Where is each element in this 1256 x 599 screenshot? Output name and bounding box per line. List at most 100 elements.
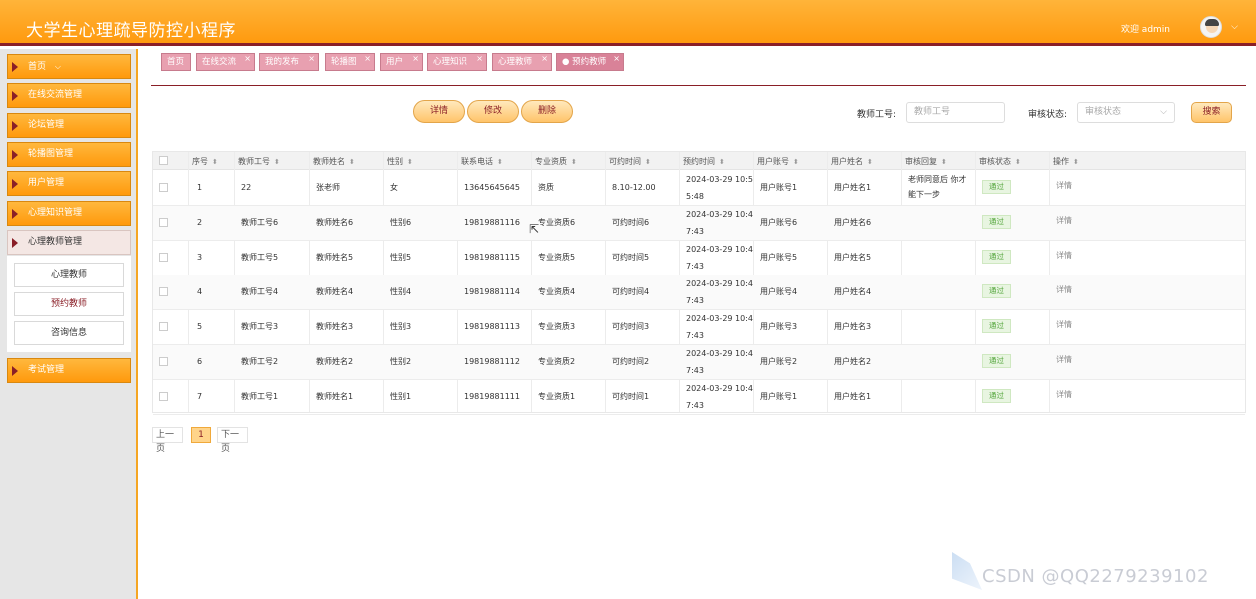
teacher-id-label: 教师工号:	[857, 110, 897, 120]
col-header-operation[interactable]: 操作 ⬍	[1053, 156, 1079, 167]
sidebar-item-home[interactable]: 首页 ⌵	[7, 54, 131, 79]
detail-button[interactable]: 详情	[413, 100, 465, 123]
select-all-checkbox[interactable]	[159, 156, 168, 165]
table-row[interactable]: 4 教师工号4 教师姓名4 性别4 19819881114 专业资质4 可约时间4 2024-…	[153, 275, 1245, 310]
table-row[interactable]: 1 22 张老师 女 13645645645 资质 8.10-12.00 2024-03-29…	[153, 171, 1245, 206]
close-icon[interactable]: ×	[412, 51, 419, 67]
col-header-teacher-id[interactable]: 教师工号 ⬍	[238, 156, 280, 167]
user-menu-chevron-icon[interactable]: ⌵	[1231, 22, 1238, 32]
row-checkbox[interactable]	[159, 392, 168, 401]
cell-gender: 性别6	[390, 218, 412, 227]
page-1-button[interactable]: 1	[191, 427, 211, 443]
row-checkbox[interactable]	[159, 322, 168, 331]
cell-account: 用户账号3	[760, 322, 798, 331]
tab-label: 轮播图	[331, 57, 357, 67]
row-detail-link[interactable]: 详情	[1056, 250, 1072, 261]
cell-phone: 19819881111	[464, 392, 520, 401]
cell-appoint-time: 2024-03-29 10:4	[686, 245, 753, 254]
prev-page-button[interactable]: 上一页	[152, 427, 183, 454]
row-detail-link[interactable]: 详情	[1056, 354, 1072, 365]
tab-user[interactable]: 用户 ×	[380, 53, 423, 71]
cell-no: 1	[197, 183, 203, 192]
status-badge: 通过	[982, 215, 1011, 229]
sort-icon: ⬍	[793, 158, 799, 166]
row-checkbox[interactable]	[159, 253, 168, 262]
cell-appoint-time: 2024-03-29 10:4	[686, 349, 753, 358]
table-row[interactable]: 2 教师工号6 教师姓名6 性别6 19819881116 专业资质6 可约时间6 2024-…	[153, 206, 1245, 241]
cell-qual: 专业资质6	[538, 218, 576, 227]
row-detail-link[interactable]: 详情	[1056, 215, 1072, 226]
close-icon[interactable]: ×	[364, 51, 371, 67]
col-header-qualification[interactable]: 专业资质 ⬍	[535, 156, 577, 167]
tab-my-posts[interactable]: 我的发布 ×	[259, 53, 319, 71]
submenu-item-consult[interactable]: 咨询信息	[14, 321, 124, 345]
col-header-status[interactable]: 审核状态 ⬍	[979, 156, 1021, 167]
cell-qual: 专业资质1	[538, 392, 576, 401]
sidebar-item-teacher-manage[interactable]: 心理教师管理	[7, 230, 131, 255]
submenu-item-teacher[interactable]: 心理教师	[14, 263, 124, 287]
cell-appoint-time: 7:43	[686, 401, 704, 410]
row-detail-link[interactable]: 详情	[1056, 284, 1072, 295]
row-detail-link[interactable]: 详情	[1056, 180, 1072, 191]
col-header-phone[interactable]: 联系电话 ⬍	[461, 156, 503, 167]
status-select[interactable]: 审核状态 ⌵	[1077, 102, 1175, 123]
user-avatar[interactable]	[1200, 16, 1222, 38]
tab-teacher[interactable]: 心理教师 ×	[492, 53, 552, 71]
table-row[interactable]: 5 教师工号3 教师姓名3 性别3 19819881113 专业资质3 可约时间3 2024-…	[153, 310, 1245, 345]
sidebar-item-knowledge-manage[interactable]: 心理知识管理	[7, 201, 131, 226]
teacher-id-input[interactable]: 教师工号	[906, 102, 1005, 123]
col-header-account[interactable]: 用户账号 ⬍	[757, 156, 799, 167]
tab-knowledge[interactable]: 心理知识 ×	[427, 53, 487, 71]
col-header-gender[interactable]: 性别 ⬍	[387, 156, 413, 167]
search-button[interactable]: 搜索	[1191, 102, 1232, 123]
sidebar-item-user-manage[interactable]: 用户管理	[7, 171, 131, 196]
col-header-appoint-time[interactable]: 预约时间 ⬍	[683, 156, 725, 167]
status-badge: 通过	[982, 284, 1011, 298]
tab-label: ● 预约教师	[562, 57, 607, 67]
delete-button[interactable]: 删除	[521, 100, 573, 123]
row-checkbox[interactable]	[159, 183, 168, 192]
col-header-available[interactable]: 可约时间 ⬍	[609, 156, 651, 167]
sidebar: 首页 ⌵ 在线交流管理 论坛管理 轮播图管理 用户管理 心理知识管理 心理教师管…	[0, 49, 138, 599]
col-header-user-name[interactable]: 用户姓名 ⬍	[831, 156, 873, 167]
cell-gender: 性别3	[390, 322, 412, 331]
row-detail-link[interactable]: 详情	[1056, 319, 1072, 330]
row-detail-link[interactable]: 详情	[1056, 389, 1072, 400]
table-row[interactable]: 3 教师工号5 教师姓名5 性别5 19819881115 专业资质5 可约时间5 2024-…	[153, 241, 1245, 276]
col-header-no[interactable]: 序号 ⬍	[192, 156, 218, 167]
sidebar-item-label: 论坛管理	[28, 120, 65, 130]
next-page-button[interactable]: 下一页	[217, 427, 248, 454]
close-icon[interactable]: ×	[308, 51, 315, 67]
cell-phone: 19819881116	[464, 218, 520, 227]
close-icon[interactable]: ×	[613, 51, 620, 67]
cell-account: 用户账号2	[760, 357, 798, 366]
sidebar-item-chat-manage[interactable]: 在线交流管理	[7, 83, 131, 108]
sidebar-item-exam-manage[interactable]: 考试管理	[7, 358, 131, 383]
cell-phone: 13645645645	[464, 183, 520, 192]
sidebar-submenu: 心理教师 预约教师 咨询信息	[7, 256, 131, 352]
close-icon[interactable]: ×	[244, 51, 251, 67]
edit-button[interactable]: 修改	[467, 100, 519, 123]
status-placeholder: 审核状态	[1085, 107, 1122, 117]
close-icon[interactable]: ×	[476, 51, 483, 67]
sidebar-item-forum-manage[interactable]: 论坛管理	[7, 113, 131, 138]
tab-chat[interactable]: 在线交流 ×	[196, 53, 255, 71]
col-header-reply[interactable]: 审核回复 ⬍	[905, 156, 947, 167]
top-header: 大学生心理疏导防控小程序 欢迎 admin ⌵	[0, 0, 1256, 46]
tab-home[interactable]: 首页	[161, 53, 191, 71]
tab-appointment[interactable]: ● 预约教师 ×	[556, 53, 624, 71]
close-icon[interactable]: ×	[541, 51, 548, 67]
csdn-logo-icon	[952, 552, 982, 590]
tab-label: 我的发布	[265, 57, 300, 67]
submenu-item-appointment[interactable]: 预约教师	[14, 292, 124, 316]
sidebar-item-carousel-manage[interactable]: 轮播图管理	[7, 142, 131, 167]
table-row[interactable]: 6 教师工号2 教师姓名2 性别2 19819881112 专业资质2 可约时间2 2024-…	[153, 345, 1245, 380]
col-header-teacher-name[interactable]: 教师姓名 ⬍	[313, 156, 355, 167]
tab-carousel[interactable]: 轮播图 ×	[325, 53, 375, 71]
table-row[interactable]: 7 教师工号1 教师姓名1 性别1 19819881111 专业资质1 可约时间1 2024-…	[153, 380, 1245, 415]
sidebar-arrow-icon	[12, 366, 18, 376]
row-checkbox[interactable]	[159, 357, 168, 366]
row-checkbox[interactable]	[159, 218, 168, 227]
cell-no: 5	[197, 322, 203, 331]
row-checkbox[interactable]	[159, 287, 168, 296]
